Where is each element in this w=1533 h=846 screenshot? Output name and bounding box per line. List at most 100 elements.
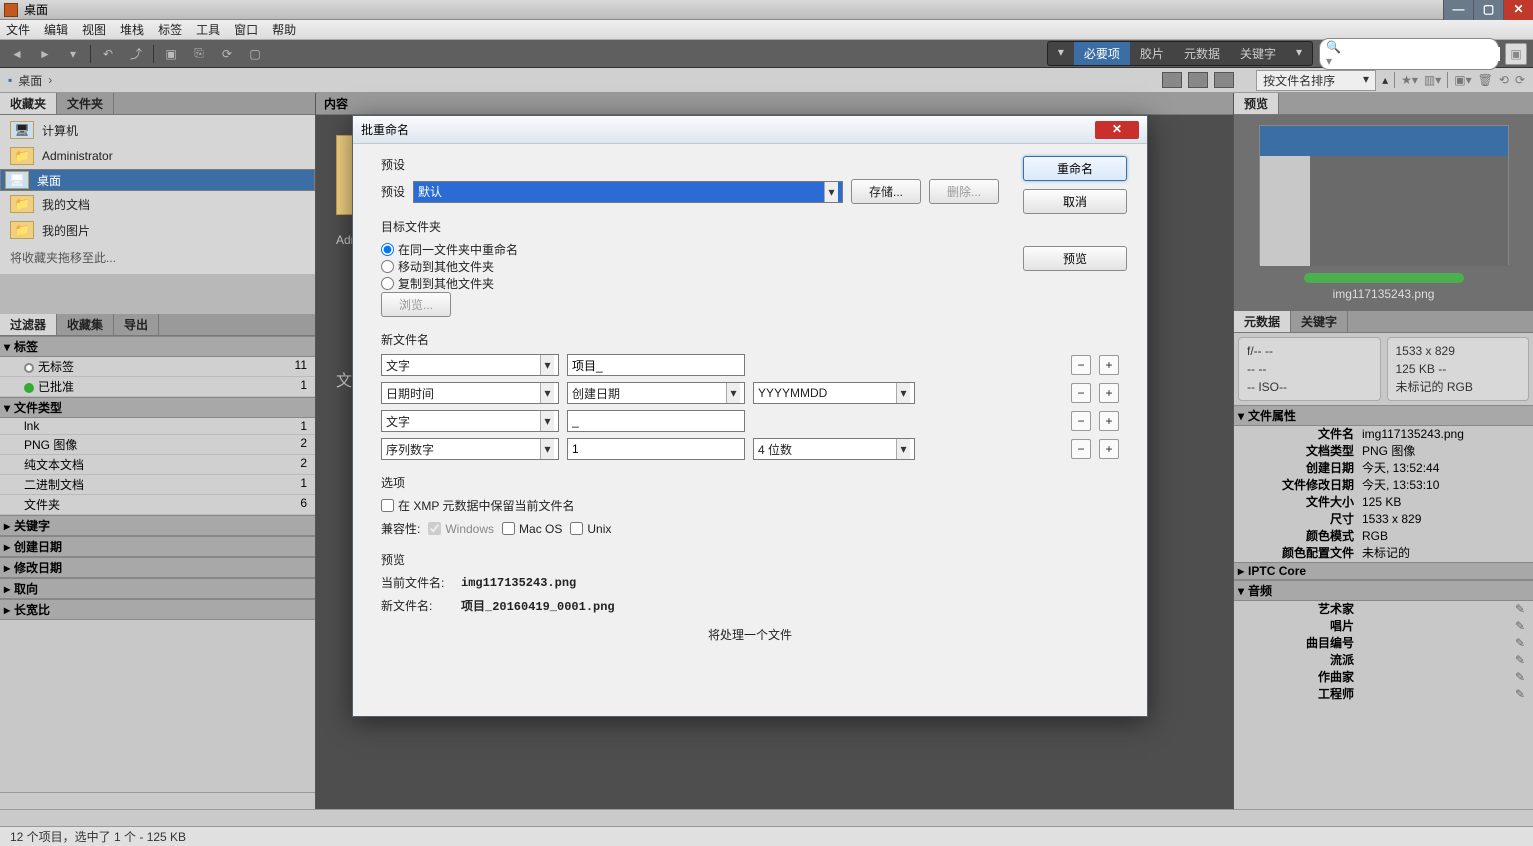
path-segment[interactable]: 桌面	[18, 72, 42, 89]
preview-slider[interactable]	[1304, 273, 1464, 283]
back-button[interactable]: ◄	[6, 43, 28, 65]
view-detail-button[interactable]	[1188, 72, 1208, 88]
pencil-icon[interactable]: ✎	[1515, 686, 1525, 703]
reveal-button[interactable]: ⤴	[125, 43, 147, 65]
chevron-right-icon[interactable]: ›	[48, 73, 52, 87]
menu-file[interactable]: 文件	[6, 21, 30, 38]
ws-metadata[interactable]: 元数据	[1174, 42, 1230, 65]
remove-row-button[interactable]: −	[1071, 383, 1091, 403]
save-preset-button[interactable]: 存储...	[851, 179, 921, 204]
rotate-cw-icon[interactable]: ⟳	[1515, 73, 1525, 87]
tab-filter[interactable]: 过滤器	[0, 314, 57, 335]
format-dropdown[interactable]: YYYYMMDD▾	[753, 382, 915, 404]
preset-dropdown[interactable]: 默认 ▾	[413, 181, 843, 203]
cancel-button[interactable]: 取消	[1023, 189, 1127, 214]
menu-label[interactable]: 标签	[158, 21, 182, 38]
fav-desktop[interactable]: 🖥桌面	[0, 169, 315, 191]
type-dropdown[interactable]: 文字▾	[381, 410, 559, 432]
tab-folders[interactable]: 文件夹	[57, 93, 114, 114]
text-input[interactable]	[567, 438, 745, 460]
filter-group-header[interactable]: ▸ 创建日期	[0, 536, 315, 557]
pencil-icon[interactable]: ✎	[1515, 652, 1525, 669]
tab-preview[interactable]: 预览	[1234, 93, 1279, 114]
filter-item[interactable]: 已批准1	[0, 377, 315, 397]
ws-filmstrip[interactable]: 胶片	[1130, 42, 1174, 65]
filter-group-header[interactable]: ▸ 取向	[0, 578, 315, 599]
ws-dropdown-icon[interactable]: ▾	[1048, 42, 1074, 65]
add-row-button[interactable]: +	[1099, 439, 1119, 459]
menu-view[interactable]: 视图	[82, 21, 106, 38]
menu-window[interactable]: 窗口	[234, 21, 258, 38]
pencil-icon[interactable]: ✎	[1515, 635, 1525, 652]
ws-more-icon[interactable]: ▾	[1286, 42, 1312, 65]
type-dropdown[interactable]: 日期时间▾	[381, 382, 559, 404]
dialog-titlebar[interactable]: 批重命名 ✕	[353, 116, 1147, 144]
recent-button[interactable]: ↶	[97, 43, 119, 65]
scrollbar-h-main[interactable]	[0, 809, 1533, 826]
preview-button[interactable]: 预览	[1023, 246, 1127, 271]
trash-icon[interactable]: 🗑	[1478, 73, 1493, 87]
menu-edit[interactable]: 编辑	[44, 21, 68, 38]
tab-favorites[interactable]: 收藏夹	[0, 93, 57, 114]
filter-item[interactable]: 二进制文档1	[0, 475, 315, 495]
forward-button[interactable]: ►	[34, 43, 56, 65]
ws-keywords[interactable]: 关键字	[1230, 42, 1286, 65]
date-dropdown[interactable]: 创建日期▾	[567, 382, 745, 404]
text-input[interactable]	[567, 354, 745, 376]
format-dropdown[interactable]: 4 位数▾	[753, 438, 915, 460]
rename-button[interactable]: 重命名	[1023, 156, 1127, 181]
filter-item[interactable]: 文件夹6	[0, 495, 315, 515]
filter-group-header[interactable]: ▸ 修改日期	[0, 557, 315, 578]
filter-icon[interactable]: ▥▾	[1424, 73, 1441, 87]
prop-row[interactable]: 工程师✎	[1234, 686, 1533, 703]
prop-group-header[interactable]: ▸ IPTC Core	[1234, 562, 1533, 580]
prop-row[interactable]: 流派✎	[1234, 652, 1533, 669]
pencil-icon[interactable]: ✎	[1515, 601, 1525, 618]
filter-item[interactable]: 无标签11	[0, 357, 315, 377]
minimize-button[interactable]: —	[1443, 0, 1473, 20]
radio-copy-folder[interactable]: 复制到其他文件夹	[381, 275, 1119, 292]
new-icon[interactable]: ▢	[244, 43, 266, 65]
add-row-button[interactable]: +	[1099, 411, 1119, 431]
close-button[interactable]: ✕	[1503, 0, 1533, 20]
view-thumb-button[interactable]	[1162, 72, 1182, 88]
menu-help[interactable]: 帮助	[272, 21, 296, 38]
prop-row[interactable]: 艺术家✎	[1234, 601, 1533, 618]
dialog-close-button[interactable]: ✕	[1095, 121, 1139, 139]
radio-same-folder[interactable]: 在同一文件夹中重命名	[381, 241, 1119, 258]
radio-move-folder[interactable]: 移动到其他文件夹	[381, 258, 1119, 275]
add-row-button[interactable]: +	[1099, 383, 1119, 403]
search-input[interactable]	[1345, 47, 1500, 61]
maximize-button[interactable]: ▢	[1473, 0, 1503, 20]
sort-dropdown[interactable]: 按文件名排序▾	[1256, 70, 1376, 91]
filter-group-header[interactable]: ▸ 关键字	[0, 515, 315, 536]
rotate-ccw-icon[interactable]: ⟲	[1499, 73, 1509, 87]
refine-icon[interactable]: ⎘	[188, 43, 210, 65]
pencil-icon[interactable]: ✎	[1515, 669, 1525, 686]
prop-row[interactable]: 作曲家✎	[1234, 669, 1533, 686]
ws-essentials[interactable]: 必要项	[1074, 42, 1130, 65]
filter-item[interactable]: PNG 图像2	[0, 435, 315, 455]
fav-pictures[interactable]: 📁我的图片	[0, 217, 315, 243]
filter-item[interactable]: 纯文本文档2	[0, 455, 315, 475]
text-input[interactable]	[567, 410, 745, 432]
view-list-button[interactable]	[1214, 72, 1234, 88]
camera-icon[interactable]: ▣	[160, 43, 182, 65]
check-unix[interactable]: Unix	[570, 522, 611, 536]
tab-metadata[interactable]: 元数据	[1234, 311, 1291, 332]
remove-row-button[interactable]: −	[1071, 439, 1091, 459]
add-row-button[interactable]: +	[1099, 355, 1119, 375]
type-dropdown[interactable]: 序列数字▾	[381, 438, 559, 460]
prop-group-header[interactable]: ▾ 音频	[1234, 580, 1533, 601]
fav-administrator[interactable]: 📁Administrator	[0, 143, 315, 169]
newfolder-icon[interactable]: ▣▾	[1454, 73, 1471, 87]
dropdown-icon[interactable]: ▾	[62, 43, 84, 65]
scrollbar-h[interactable]	[0, 792, 315, 809]
output-icon[interactable]: ⟳	[216, 43, 238, 65]
remove-row-button[interactable]: −	[1071, 411, 1091, 431]
sort-asc-icon[interactable]: ▴	[1382, 73, 1388, 87]
preview-thumbnail[interactable]	[1259, 125, 1509, 265]
tab-export[interactable]: 导出	[114, 314, 159, 335]
fav-computer[interactable]: 🖥计算机	[0, 117, 315, 143]
compact-icon[interactable]: ▣	[1505, 43, 1527, 65]
